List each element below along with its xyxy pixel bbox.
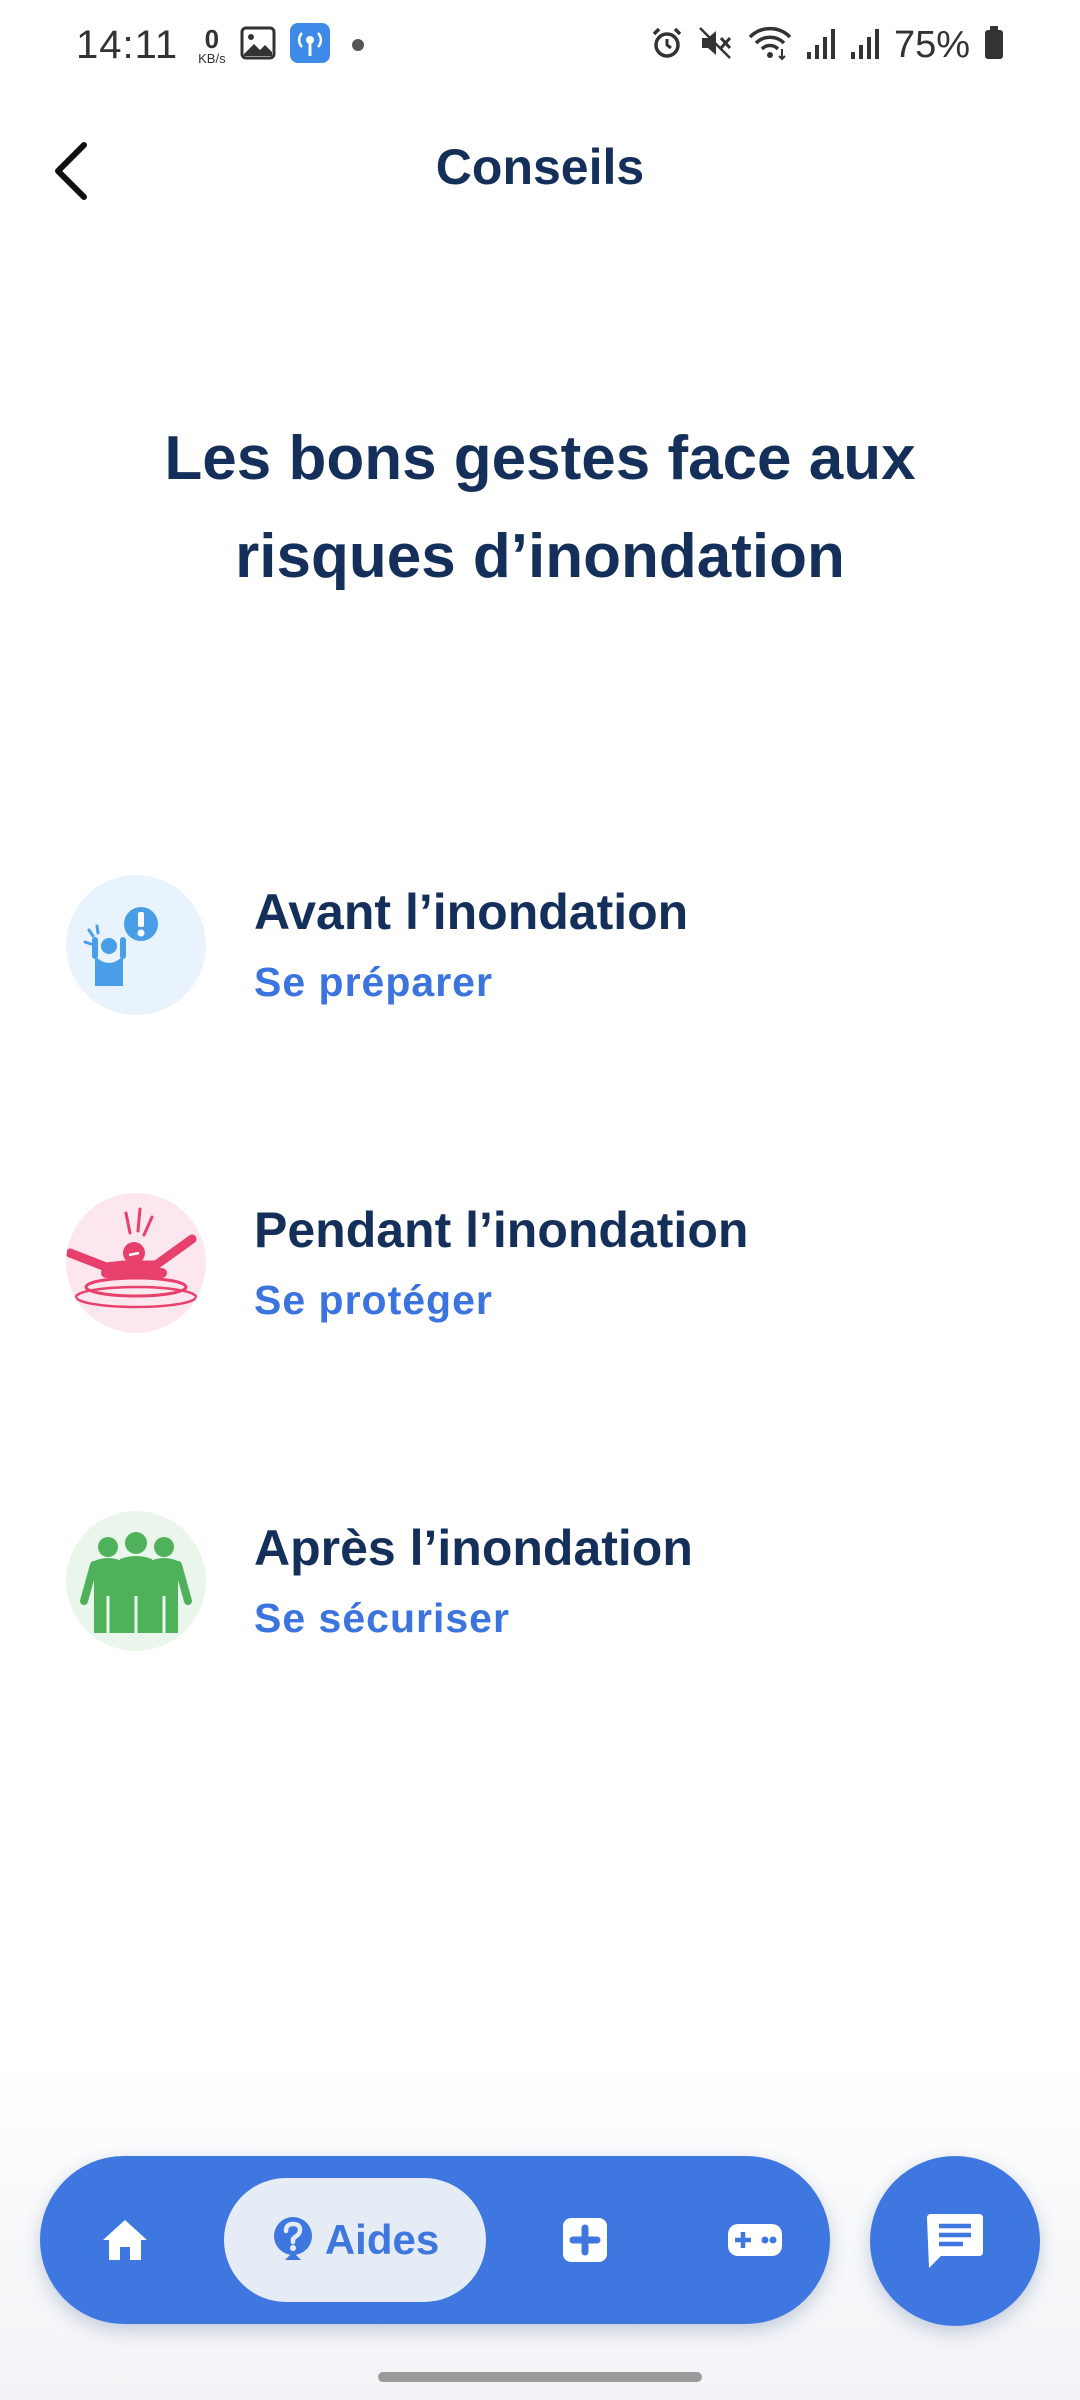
advice-item-during[interactable]: Pendant l’inondation Se protéger: [66, 1188, 1016, 1338]
wifi-icon: [748, 25, 792, 66]
mute-icon: [698, 26, 734, 65]
nav-aides-label: Aides: [324, 2216, 440, 2263]
nav-medical-button[interactable]: [540, 2156, 630, 2324]
advice-item-after[interactable]: Après l’inondation Se sécuriser: [66, 1506, 1016, 1656]
screen: 14:11 0 KB/s 75% Conseils Les bons geste…: [0, 0, 1080, 2400]
gamepad-icon: [728, 2224, 782, 2256]
advice-subtitle: Se sécuriser: [254, 1595, 510, 1641]
advice-text: Avant l’inondation Se préparer: [254, 881, 688, 1009]
status-time: 14:11: [76, 22, 179, 67]
drowning-person-icon: [66, 1193, 206, 1333]
status-right: 75%: [650, 18, 1004, 72]
status-bar: 14:11 0 KB/s 75%: [0, 0, 1080, 90]
nav-home-button[interactable]: [80, 2156, 170, 2324]
app-title: Conseils: [435, 139, 645, 195]
page-heading: Les bons gestes face aux risques d’inond…: [164, 424, 916, 591]
advice-title: Avant l’inondation: [254, 884, 689, 940]
battery-icon: [984, 25, 1004, 65]
app-bar: Conseils: [0, 120, 1080, 220]
advice-text: Après l’inondation Se sécuriser: [254, 1517, 693, 1645]
status-left: 14:11 0 KB/s: [76, 18, 364, 72]
advice-item-before[interactable]: Avant l’inondation Se préparer: [66, 870, 1016, 1020]
alarm-icon: [650, 26, 684, 65]
chat-icon: [927, 2214, 983, 2268]
group-people-icon: [66, 1511, 206, 1651]
advice-subtitle: Se préparer: [254, 959, 493, 1005]
help-icon: [273, 2217, 312, 2260]
bottom-nav: Aides: [40, 2156, 830, 2324]
medical-plus-icon: [563, 2218, 607, 2262]
notification-dot-icon: [351, 39, 364, 51]
advice-subtitle: Se protéger: [254, 1277, 493, 1323]
home-icon: [103, 2220, 147, 2260]
advice-title: Après l’inondation: [254, 1520, 693, 1576]
battery-percent: 75%: [893, 23, 970, 66]
signal-2-icon: [850, 26, 880, 65]
advice-text: Pendant l’inondation Se protéger: [254, 1199, 748, 1327]
advice-title: Pendant l’inondation: [254, 1202, 749, 1258]
net-speed-value: 0: [204, 23, 220, 54]
home-indicator[interactable]: [378, 2372, 702, 2382]
nav-aides-button[interactable]: Aides: [224, 2178, 486, 2302]
hotspot-app-icon: [289, 22, 330, 68]
net-speed: 0 KB/s: [198, 26, 225, 65]
net-speed-unit: KB/s: [198, 50, 226, 66]
nav-games-button[interactable]: [700, 2156, 810, 2324]
person-alert-icon: [66, 875, 206, 1015]
chat-button[interactable]: [870, 2156, 1040, 2326]
signal-1-icon: [806, 26, 836, 65]
gallery-icon: [240, 26, 276, 65]
